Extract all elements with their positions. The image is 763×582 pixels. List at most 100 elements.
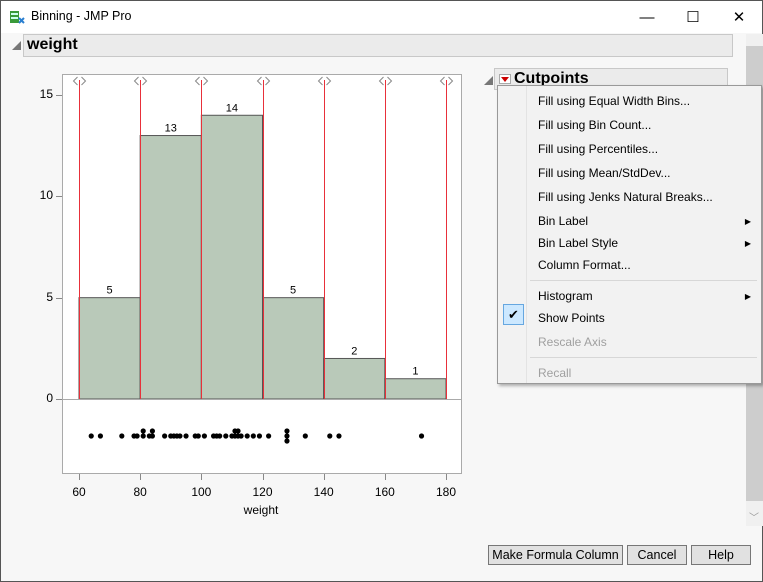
data-point	[88, 433, 94, 439]
menu-item-rescale-axis: Rescale Axis	[538, 335, 607, 349]
histogram-bar	[78, 297, 141, 400]
x-tick-label: 80	[133, 485, 147, 499]
menu-item-mean-stddev[interactable]: Fill using Mean/StdDev...	[538, 166, 671, 180]
menu-item-bin-label[interactable]: Bin Label	[538, 214, 588, 228]
histogram-bar	[384, 378, 447, 400]
cancel-button[interactable]: Cancel	[627, 545, 687, 565]
x-tick-label: 160	[374, 485, 395, 499]
title-bar: Binning - JMP Pro — ☐ ✕	[1, 1, 762, 33]
menu-item-jenks[interactable]: Fill using Jenks Natural Breaks...	[538, 190, 713, 204]
data-point	[250, 433, 256, 439]
menu-gutter	[526, 86, 527, 383]
bar-count-label: 14	[226, 102, 238, 114]
data-point	[284, 438, 290, 444]
y-tick-label: 15	[39, 87, 53, 101]
data-point	[223, 433, 229, 439]
x-tick-mark	[446, 474, 447, 480]
menu-item-bin-count[interactable]: Fill using Bin Count...	[538, 118, 651, 132]
x-axis-label: weight	[243, 503, 279, 517]
x-tick-label: 180	[435, 485, 457, 499]
data-point	[201, 433, 207, 439]
histogram-bar	[139, 135, 202, 400]
menu-item-percentiles[interactable]: Fill using Percentiles...	[538, 142, 658, 156]
x-tick-mark	[384, 474, 386, 480]
histogram-svg: 5 13 14 5 2 1	[62, 76, 462, 444]
x-tick-mark	[323, 474, 325, 480]
red-triangle-menu-icon[interactable]	[499, 74, 511, 84]
data-point	[97, 433, 104, 439]
submenu-arrow-icon: ▶	[744, 217, 751, 226]
menu-item-bin-label-style[interactable]: Bin Label Style	[538, 236, 618, 250]
bar-count-label: 5	[290, 285, 296, 297]
data-point	[140, 428, 146, 434]
data-point	[217, 433, 223, 439]
menu-item-column-format[interactable]: Column Format...	[538, 258, 631, 272]
data-point	[162, 433, 168, 439]
data-point	[256, 433, 263, 439]
outline-title: weight	[27, 36, 78, 53]
data-point	[149, 433, 155, 439]
menu-item-recall: Recall	[538, 366, 572, 380]
data-point	[134, 433, 140, 439]
close-button[interactable]: ✕	[716, 1, 762, 33]
window-title: Binning - JMP Pro	[31, 9, 132, 23]
data-point	[235, 428, 241, 434]
data-point	[284, 433, 290, 439]
binning-window: Binning - JMP Pro — ☐ ✕ weight 0 5 10 15 51…	[0, 0, 763, 582]
data-point	[140, 433, 146, 439]
data-point	[177, 433, 183, 439]
histogram-plot[interactable]: 5 13 14 5 2 1	[62, 74, 462, 474]
weight-outline-header[interactable]: weight	[23, 34, 733, 57]
data-point	[302, 433, 308, 439]
make-formula-column-button[interactable]: Make Formula Column	[488, 545, 623, 565]
data-point	[119, 433, 125, 439]
histogram-bar	[323, 357, 386, 400]
y-tick-label: 0	[46, 391, 53, 405]
maximize-button[interactable]: ☐	[670, 1, 716, 33]
x-tick-label: 140	[313, 485, 334, 499]
submenu-arrow-icon: ▶	[744, 292, 751, 301]
data-point	[266, 433, 272, 439]
x-tick-label: 100	[191, 485, 212, 499]
data-point	[244, 433, 250, 439]
close-icon: ✕	[732, 9, 746, 26]
menu-item-show-points[interactable]: Show Points	[538, 311, 605, 325]
histogram-bar	[200, 114, 263, 400]
menu-item-histogram[interactable]: Histogram	[538, 289, 593, 303]
minimize-icon: —	[639, 8, 655, 26]
maximize-icon: ☐	[686, 9, 700, 26]
histogram-bar	[262, 297, 325, 400]
bar-count-label: 5	[107, 285, 113, 297]
x-tick-label: 60	[72, 485, 86, 499]
y-tick-label: 5	[46, 289, 53, 304]
help-button[interactable]: Help	[691, 545, 751, 565]
x-tick-mark	[262, 474, 264, 480]
scroll-down-icon[interactable]: ﹀	[749, 509, 759, 524]
x-tick-mark	[79, 474, 80, 480]
jmp-app-icon	[10, 11, 25, 24]
bar-count-label: 1	[412, 366, 418, 378]
x-tick-label: 120	[252, 485, 273, 499]
menu-separator	[530, 280, 757, 281]
data-point	[183, 433, 189, 439]
menu-separator	[530, 357, 757, 358]
data-point	[336, 433, 342, 439]
submenu-arrow-icon: ▶	[744, 239, 751, 248]
minimize-button[interactable]: —	[624, 1, 670, 33]
data-point	[418, 433, 425, 439]
x-tick-mark	[140, 474, 142, 480]
data-point	[195, 433, 201, 439]
cutpoints-context-menu: Fill using Equal Width Bins... Fill usin…	[497, 85, 762, 384]
cutpoints-disclosure-icon[interactable]	[484, 76, 493, 85]
menu-item-equal-width-bins[interactable]: Fill using Equal Width Bins...	[538, 94, 690, 108]
bar-count-label: 13	[165, 123, 177, 135]
y-tick-label: 10	[39, 188, 53, 203]
data-point	[238, 433, 244, 439]
bar-count-label: 2	[351, 345, 357, 357]
data-point	[284, 428, 290, 434]
data-point	[149, 428, 155, 434]
x-tick-mark	[201, 474, 203, 480]
outline-disclosure-icon[interactable]	[12, 41, 21, 50]
checkmark-icon: ✔	[503, 304, 524, 325]
data-point	[327, 433, 333, 439]
